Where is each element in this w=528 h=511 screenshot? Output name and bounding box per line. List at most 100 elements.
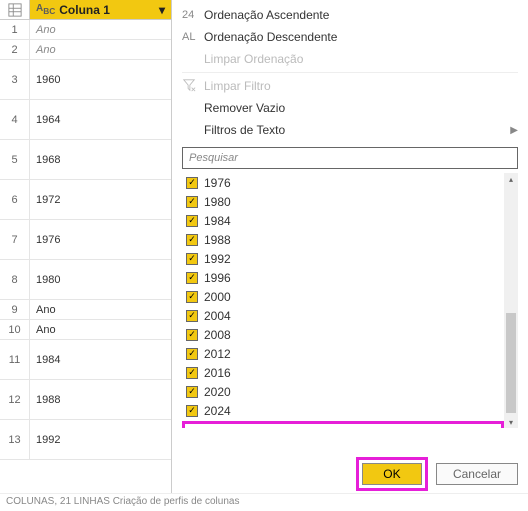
data-grid: ABC Coluna 1 ▾ 1Ano2Ano31960419645196861… [0,0,172,511]
text-filters[interactable]: Filtros de Texto ▶ [172,119,528,141]
filter-value-item[interactable]: 1976 [182,173,504,192]
cell-value: Ano [30,40,171,59]
table-row[interactable]: 71976 [0,220,171,260]
table-row[interactable]: 51968 [0,140,171,180]
ok-button[interactable]: OK [362,463,422,485]
checkbox[interactable] [186,272,198,284]
sort-asc-icon: 24 [182,9,204,21]
checkbox[interactable] [186,310,198,322]
filter-value-label: 1992 [204,252,231,266]
filter-value-label: 1984 [204,214,231,228]
checkbox[interactable] [186,253,198,265]
scroll-down-icon[interactable]: ▾ [504,416,518,428]
scrollbar[interactable]: ▴ ▾ [504,173,518,428]
table-row[interactable]: 2Ano [0,40,171,60]
table-row[interactable]: 61972 [0,180,171,220]
checkbox[interactable] [186,215,198,227]
table-row[interactable]: 131992 [0,420,171,460]
filter-value-item[interactable]: Ano [187,425,499,428]
table-row[interactable]: 121988 [0,380,171,420]
cell-value: 1992 [30,420,171,459]
row-number: 11 [0,340,30,379]
filter-value-item[interactable]: 1992 [182,249,504,268]
filter-value-item[interactable]: 1996 [182,268,504,287]
filter-value-item[interactable]: 2024 [182,401,504,420]
filter-value-label: Ano [209,428,230,429]
table-row[interactable]: 41964 [0,100,171,140]
sort-desc-icon: AL [182,31,204,43]
row-number: 1 [0,20,30,39]
filter-value-label: 2008 [204,328,231,342]
column-header[interactable]: ABC Coluna 1 ▾ [30,0,171,20]
scroll-up-icon[interactable]: ▴ [504,173,518,185]
row-number: 3 [0,60,30,99]
search-input[interactable]: Pesquisar [182,147,518,169]
filter-value-label: 1988 [204,233,231,247]
clear-filter: Limpar Filtro [172,75,528,97]
row-number: 6 [0,180,30,219]
filter-value-label: 1980 [204,195,231,209]
filter-value-item[interactable]: 2016 [182,363,504,382]
table-row[interactable]: 1Ano [0,20,171,40]
filter-value-label: 2012 [204,347,231,361]
cell-value: 1988 [30,380,171,419]
sort-descending[interactable]: AL Ordenação Descendente [172,26,528,48]
filter-value-label: 2000 [204,290,231,304]
cell-value: Ano [30,20,171,39]
cell-value: 1968 [30,140,171,179]
cancel-button[interactable]: Cancelar [436,463,518,485]
checkbox[interactable] [186,329,198,341]
table-row[interactable]: 9Ano [0,300,171,320]
checkbox[interactable] [186,386,198,398]
scroll-thumb[interactable] [506,313,516,413]
cell-value: 1960 [30,60,171,99]
cell-value: 1964 [30,100,171,139]
filter-value-highlight: Ano [182,421,504,428]
filter-value-item[interactable]: 1988 [182,230,504,249]
cell-value: Ano [30,300,171,319]
cell-value: 1976 [30,220,171,259]
sort-ascending[interactable]: 24 Ordenação Ascendente [172,4,528,26]
checkbox[interactable] [186,196,198,208]
table-icon[interactable] [0,0,30,20]
checkbox[interactable] [186,234,198,246]
table-row[interactable]: 81980 [0,260,171,300]
filter-menu: 24 Ordenação Ascendente AL Ordenação Des… [172,0,528,511]
cell-value: 1980 [30,260,171,299]
row-number: 7 [0,220,30,259]
checkbox[interactable] [186,367,198,379]
filter-value-label: 2020 [204,385,231,399]
ok-button-highlight: OK [356,457,428,491]
filter-value-item[interactable]: 2004 [182,306,504,325]
row-number: 4 [0,100,30,139]
checkbox[interactable] [186,177,198,189]
row-number: 5 [0,140,30,179]
cell-value: 1972 [30,180,171,219]
submenu-arrow-icon: ▶ [510,125,518,136]
row-number: 8 [0,260,30,299]
chevron-down-icon[interactable]: ▾ [159,3,165,17]
filter-value-item[interactable]: 2000 [182,287,504,306]
table-row[interactable]: 111984 [0,340,171,380]
table-row[interactable]: 31960 [0,60,171,100]
remove-empty[interactable]: Remover Vazio [172,97,528,119]
clear-filter-icon [182,78,204,95]
filter-value-item[interactable]: 2020 [182,382,504,401]
checkbox[interactable] [186,405,198,417]
filter-value-item[interactable]: 1980 [182,192,504,211]
filter-value-label: 1976 [204,176,231,190]
filter-value-item[interactable]: 2012 [182,344,504,363]
checkbox[interactable] [186,291,198,303]
text-type-icon: ABC [36,3,55,16]
row-number: 13 [0,420,30,459]
filter-value-item[interactable]: 1984 [182,211,504,230]
row-number: 2 [0,40,30,59]
clear-sort: Limpar Ordenação [172,48,528,70]
filter-value-label: 2004 [204,309,231,323]
column-header-label: Coluna 1 [59,3,110,17]
table-row[interactable]: 10Ano [0,320,171,340]
row-number: 9 [0,300,30,319]
cell-value: Ano [30,320,171,339]
checkbox[interactable] [186,348,198,360]
filter-value-item[interactable]: 2008 [182,325,504,344]
